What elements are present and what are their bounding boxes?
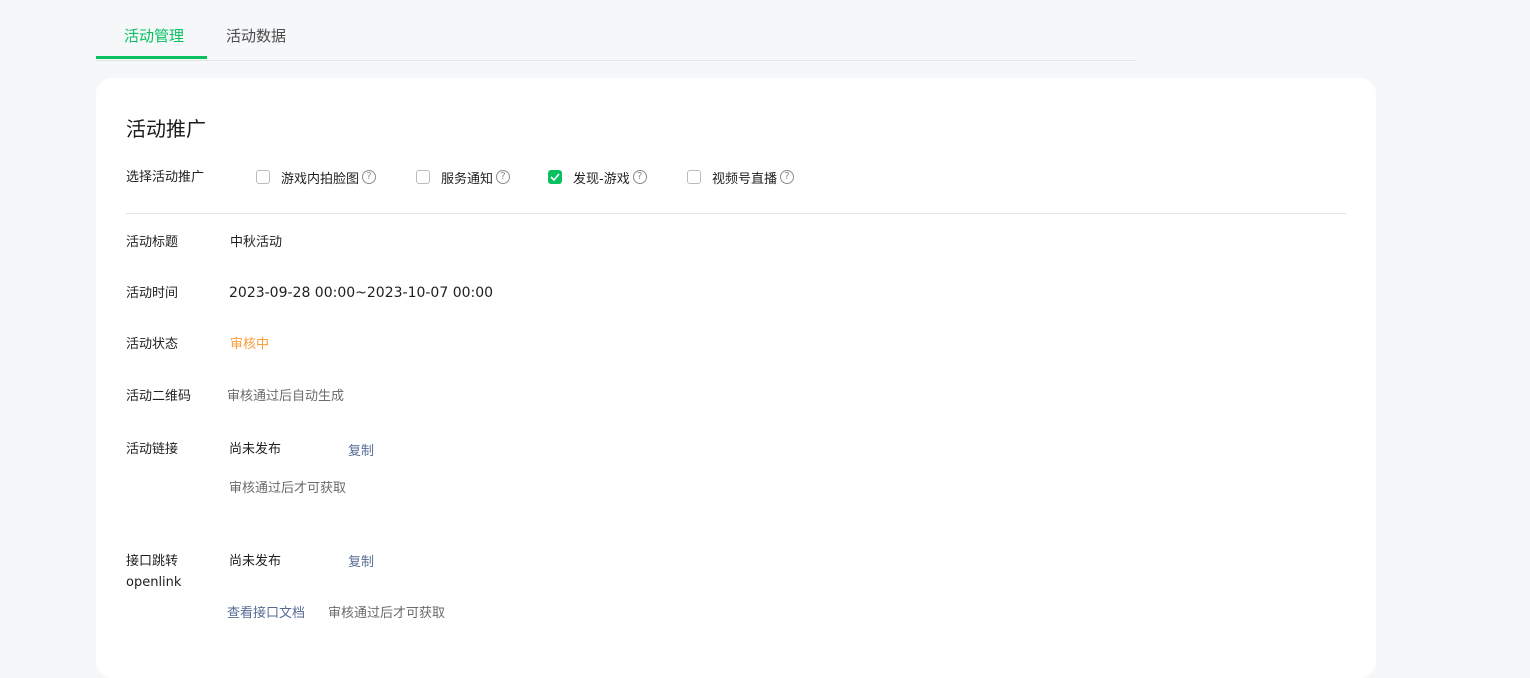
promo-option-channels-live[interactable]: 视频号直播 ? (687, 167, 795, 187)
time-label: 活动时间 (126, 286, 179, 301)
qr-label: 活动二维码 (126, 389, 192, 404)
section-title: 活动推广 (126, 117, 206, 141)
openlink-label: 接口跳转 (126, 554, 179, 569)
status-label: 活动状态 (126, 337, 179, 352)
promo-option-in-game-popup[interactable]: 游戏内拍脸图 ? (256, 167, 377, 187)
title-label: 活动标题 (126, 235, 179, 250)
link-value: 尚未发布 (229, 442, 282, 457)
tab-bar: 活动管理 活动数据 (96, 0, 1136, 61)
checkbox-checked[interactable] (548, 170, 562, 184)
option-label: 发现-游戏 (573, 171, 630, 187)
link-label: 活动链接 (126, 442, 179, 457)
tab-activity-management[interactable]: 活动管理 (124, 26, 184, 46)
promotion-label: 选择活动推广 (126, 170, 205, 185)
active-tab-indicator (96, 56, 207, 59)
option-label: 游戏内拍脸图 (281, 171, 360, 187)
promo-option-service-notice[interactable]: 服务通知 ? (416, 167, 511, 187)
qr-value: 审核通过后自动生成 (227, 389, 345, 404)
time-value: 2023-09-28 00:00~2023-10-07 00:00 (229, 285, 494, 301)
question-icon[interactable]: ? (632, 170, 647, 184)
checkbox[interactable] (687, 170, 701, 184)
openlink-hint: 审核通过后才可获取 (328, 606, 446, 621)
option-label: 服务通知 (441, 171, 494, 187)
tab-activity-data[interactable]: 活动数据 (226, 26, 286, 46)
copy-link-button[interactable]: 复制 (348, 443, 374, 461)
status-value: 审核中 (230, 337, 270, 352)
openlink-label-suffix: openlink (126, 575, 182, 590)
option-label: 视频号直播 (712, 171, 778, 187)
activity-card: 活动推广 选择活动推广 游戏内拍脸图 ? 服务通知 ? 发现-游戏 ? 视频号直… (96, 78, 1376, 678)
divider (126, 213, 1346, 214)
checkbox[interactable] (416, 170, 430, 184)
openlink-value: 尚未发布 (229, 554, 282, 569)
title-value: 中秋活动 (230, 235, 283, 250)
promo-option-discover-games[interactable]: 发现-游戏 ? (548, 167, 647, 187)
link-hint: 审核通过后才可获取 (229, 481, 347, 496)
question-icon[interactable]: ? (362, 170, 377, 184)
question-icon[interactable]: ? (496, 170, 511, 184)
question-icon[interactable]: ? (780, 170, 795, 184)
copy-openlink-button[interactable]: 复制 (348, 554, 374, 572)
checkbox[interactable] (256, 170, 270, 184)
view-api-docs-link[interactable]: 查看接口文档 (227, 605, 305, 623)
